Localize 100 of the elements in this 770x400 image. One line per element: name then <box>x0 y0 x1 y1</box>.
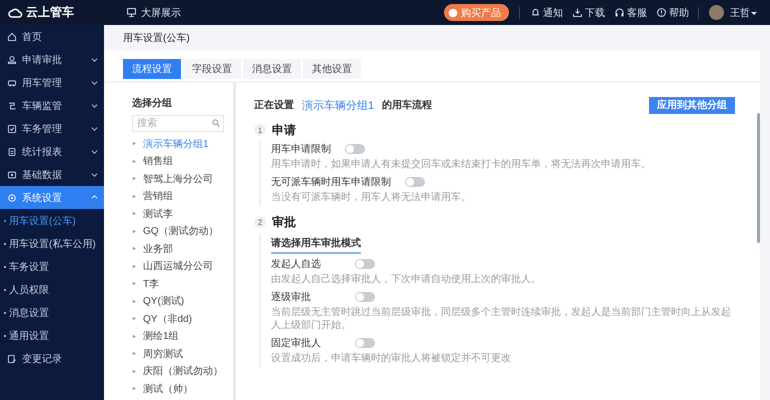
group-item[interactable]: 业务部 <box>132 240 224 258</box>
car-icon <box>7 78 17 88</box>
cloud-logo-icon <box>6 6 24 20</box>
section-title: 审批 <box>272 214 296 230</box>
tab[interactable]: 流程设置 <box>123 59 181 79</box>
group-item[interactable]: 测试（帅） <box>132 380 224 398</box>
sidebar-item[interactable]: 首页 <box>0 25 104 48</box>
setting-description: 当没有可派车辆时，用车人将无法申请用车。 <box>271 190 472 205</box>
step-number: 2 <box>254 216 266 228</box>
download-icon <box>572 7 583 18</box>
home-icon <box>7 32 17 42</box>
group-item[interactable]: QY(测试) <box>132 292 224 310</box>
tab[interactable]: 消息设置 <box>243 59 301 79</box>
expand-arrow-icon[interactable] <box>132 228 137 234</box>
setting-label: 固定审批人 <box>271 336 322 350</box>
notifications-link[interactable]: 通知 <box>530 6 563 20</box>
setting-prefix: 正在设置 <box>254 98 294 112</box>
toggle-switch[interactable] <box>355 338 375 348</box>
setting-label: 用车申请限制 <box>271 142 331 156</box>
group-item[interactable]: T李 <box>132 275 224 292</box>
setting-label: 逐级审批 <box>271 290 312 304</box>
group-item[interactable]: GQ（测试勿动） <box>132 222 224 240</box>
toggle-switch[interactable] <box>345 144 365 154</box>
database-icon <box>7 170 17 180</box>
chevron-icon <box>91 194 98 201</box>
submenu-item[interactable]: 用车设置(公车) <box>0 209 104 232</box>
user-name[interactable]: 王哲 <box>730 6 750 20</box>
expand-arrow-icon[interactable] <box>132 211 137 216</box>
sidebar-item[interactable]: 用车管理 <box>0 71 104 94</box>
group-item[interactable]: 周穷测试 <box>132 345 224 362</box>
group-item[interactable]: 演示车辆分组1 <box>132 135 224 152</box>
group-item[interactable]: 庆阳（测试勿动） <box>132 362 224 380</box>
headset-icon <box>614 7 625 18</box>
setting-description: 当前层级无主管时跳过当前层级审批，同层级多个主管时连续审批，发起人是当前部门主管时向上从发起人上级部门开始。 <box>271 306 732 333</box>
sidebar-item[interactable]: 系统设置 <box>0 186 104 209</box>
chevron-icon <box>91 79 98 86</box>
support-link[interactable]: 客服 <box>614 6 647 20</box>
expand-arrow-icon[interactable] <box>132 141 137 146</box>
group-item[interactable]: 营销组 <box>132 188 224 205</box>
setting-description: 用车申请时，如果申请人有未提交回车或未结束打卡的用车单，将无法再次申请用车。 <box>271 158 652 172</box>
expand-arrow-icon[interactable] <box>132 316 137 322</box>
chevron-icon <box>91 148 98 155</box>
expand-arrow-icon[interactable] <box>132 298 137 304</box>
sidebar-item[interactable]: 统计报表 <box>0 140 104 163</box>
setting-description: 由发起人自己选择审批人，下次申请自动使用上次的审批人。 <box>271 272 542 287</box>
submenu-item[interactable]: 车务设置 <box>0 255 104 278</box>
avatar-icon[interactable] <box>709 5 724 20</box>
tab[interactable]: 其他设置 <box>303 59 361 79</box>
submenu-item[interactable]: 消息设置 <box>0 301 104 324</box>
big-screen-link[interactable]: 大屏展示 <box>141 6 181 20</box>
apply-to-groups-button[interactable]: 应用到其他分组 <box>649 96 735 114</box>
help-icon <box>656 7 667 18</box>
setting-suffix: 的用车流程 <box>382 98 432 112</box>
chevron-icon <box>91 125 98 132</box>
group-item[interactable]: 测绘1组 <box>132 328 224 345</box>
expand-arrow-icon[interactable] <box>132 246 137 252</box>
checklist-icon <box>7 124 17 134</box>
setting-label: 无可派车辆时用车申请限制 <box>271 176 391 188</box>
toggle-switch[interactable] <box>405 176 425 186</box>
search-field[interactable]: 搜索 <box>132 115 224 132</box>
expand-arrow-icon[interactable] <box>132 264 137 269</box>
setting-description: 设置成功后，申请车辆时的审批人将被锁定并不可更改 <box>271 352 512 366</box>
sidebar-item[interactable]: 车务管理 <box>0 117 104 140</box>
expand-arrow-icon[interactable] <box>132 281 137 286</box>
group-item[interactable]: QY（非dd) <box>132 310 224 328</box>
tab[interactable]: 字段设置 <box>183 59 241 79</box>
group-item[interactable]: 智驾上海分公司 <box>132 170 224 188</box>
section-subtitle: 请选择用车审批模式 <box>271 234 361 254</box>
toggle-switch[interactable] <box>355 258 375 268</box>
expand-arrow-icon[interactable] <box>132 158 137 164</box>
monitor-icon <box>126 7 137 18</box>
search-icon <box>212 119 220 127</box>
sidebar-item[interactable]: 车辆监管 <box>0 94 104 117</box>
expand-arrow-icon[interactable] <box>132 386 137 392</box>
help-link[interactable]: 帮助 <box>656 6 689 20</box>
expand-arrow-icon[interactable] <box>132 334 137 339</box>
download-link[interactable]: 下载 <box>572 6 605 20</box>
group-item[interactable]: 销售组 <box>132 152 224 170</box>
sidebar-item[interactable]: 基础数据 <box>0 163 104 186</box>
expand-arrow-icon[interactable] <box>132 194 137 199</box>
submenu-item[interactable]: 用车设置(私车公用) <box>0 232 104 255</box>
sidebar-item[interactable]: 申请审批 <box>0 48 104 71</box>
expand-arrow-icon[interactable] <box>132 176 137 182</box>
group-item[interactable]: 山西运城分公司 <box>132 258 224 275</box>
document-icon <box>7 354 17 364</box>
group-item[interactable]: 测试李 <box>132 205 224 222</box>
bell-icon <box>530 7 541 18</box>
sidebar-item[interactable]: 变更记录 <box>0 347 104 370</box>
submenu-item[interactable]: 人员权限 <box>0 278 104 301</box>
scrollbar[interactable] <box>757 113 760 243</box>
toggle-switch[interactable] <box>355 292 375 302</box>
app-logo-text: 云上管车 <box>26 4 74 21</box>
chevron-icon <box>91 102 98 109</box>
expand-arrow-icon[interactable] <box>132 368 137 374</box>
user-icon <box>7 54 17 64</box>
report-icon <box>7 146 17 156</box>
step-number: 1 <box>254 124 266 136</box>
expand-arrow-icon[interactable] <box>132 351 137 356</box>
submenu-item[interactable]: 通用设置 <box>0 324 104 347</box>
section-title: 申请 <box>272 122 296 138</box>
